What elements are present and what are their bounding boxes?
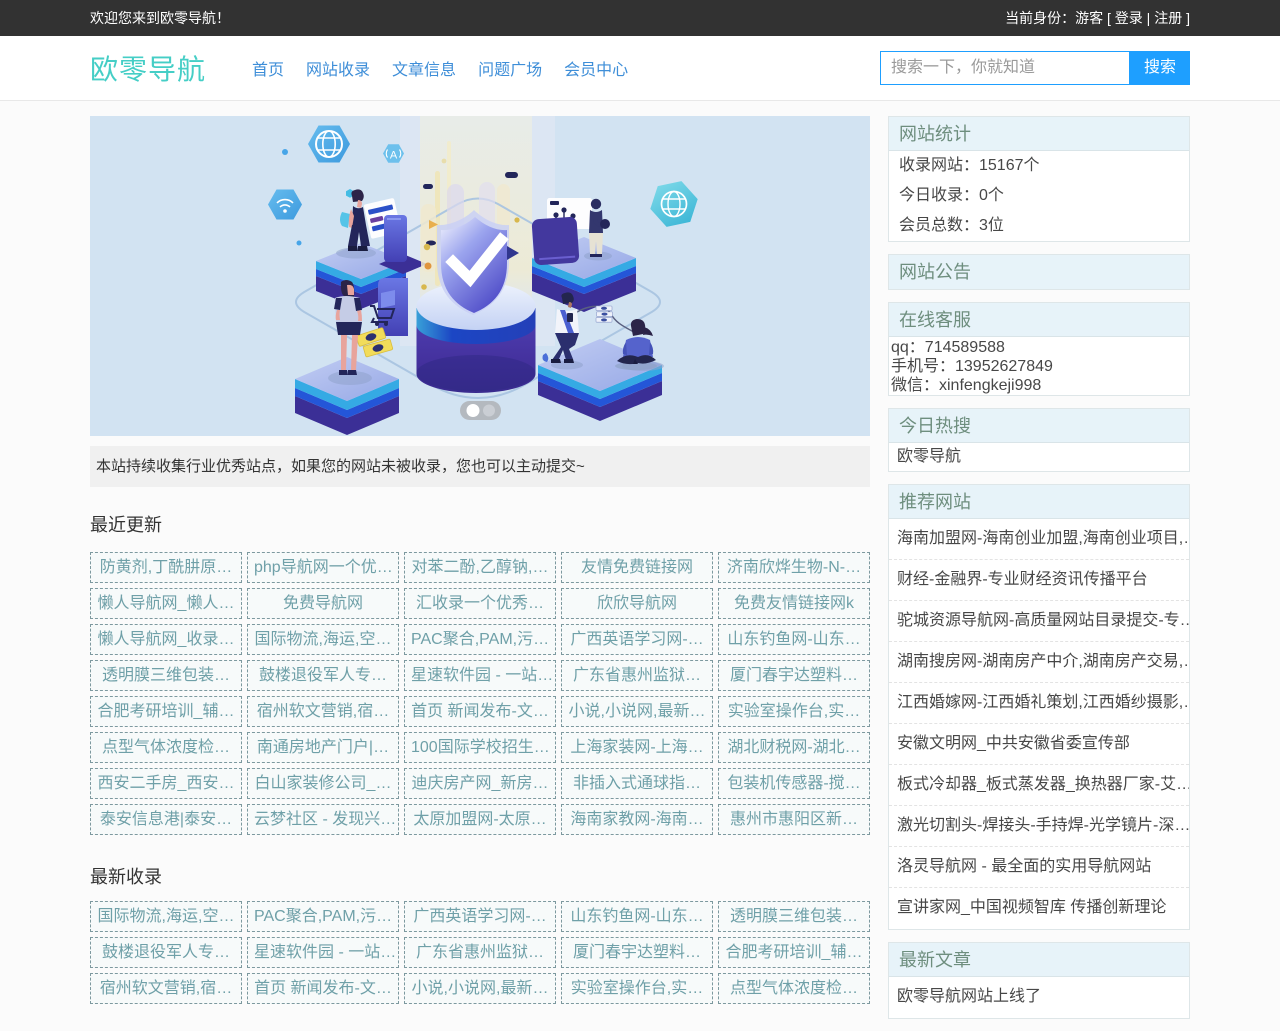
svg-text:A: A bbox=[390, 150, 398, 162]
